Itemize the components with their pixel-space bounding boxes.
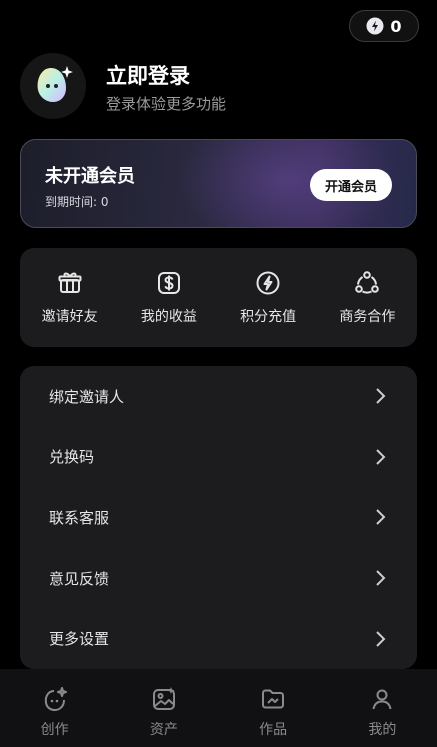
action-label: 我的收益	[140, 309, 197, 325]
action-label: 积分充值	[240, 309, 297, 325]
vip-card: 未开通会员 到期时间: 0 开通会员	[20, 139, 417, 228]
bolt-icon	[254, 269, 282, 297]
menu-label: 兑换码	[49, 448, 95, 467]
login-title[interactable]: 立即登录	[106, 60, 190, 90]
tab-label: 作品	[259, 722, 288, 738]
open-vip-button[interactable]: 开通会员	[310, 169, 392, 201]
create-icon	[41, 685, 69, 713]
menu-item-contact-support[interactable]: 联系客服	[20, 487, 417, 548]
chevron-right-icon	[373, 630, 387, 648]
action-points-recharge[interactable]: 积分充值	[223, 269, 313, 326]
bottom-tab-bar: 创作 资产 作品 我的	[0, 669, 437, 747]
points-count: 0	[390, 16, 402, 36]
login-subtitle: 登录体验更多功能	[106, 95, 227, 113]
chevron-right-icon	[373, 508, 387, 526]
profile-icon	[368, 685, 396, 713]
dollar-icon	[155, 269, 183, 297]
chevron-right-icon	[373, 387, 387, 405]
vip-expire-time: 到期时间: 0	[45, 195, 109, 209]
network-icon	[353, 269, 381, 297]
action-invite-friends[interactable]: 邀请好友	[25, 269, 115, 326]
assets-icon	[150, 685, 178, 713]
quick-actions: 邀请好友 我的收益 积分充值 商务合作	[20, 248, 417, 347]
menu-item-feedback[interactable]: 意见反馈	[20, 548, 417, 609]
menu-item-redeem-code[interactable]: 兑换码	[20, 427, 417, 488]
menu-label: 联系客服	[49, 508, 110, 527]
action-label: 邀请好友	[41, 309, 98, 325]
settings-menu: 绑定邀请人 兑换码 联系客服 意见反馈 更多设置	[20, 366, 417, 669]
menu-item-bind-inviter[interactable]: 绑定邀请人	[20, 366, 417, 427]
tab-works[interactable]: 作品	[219, 669, 328, 747]
action-label: 商务合作	[339, 309, 396, 325]
tab-label: 我的	[368, 722, 397, 738]
tab-create[interactable]: 创作	[0, 669, 109, 747]
tab-assets[interactable]: 资产	[109, 669, 218, 747]
menu-item-more-settings[interactable]: 更多设置	[20, 608, 417, 669]
gift-icon	[56, 269, 84, 297]
action-business-cooperation[interactable]: 商务合作	[322, 269, 412, 326]
tab-label: 资产	[149, 722, 178, 738]
menu-label: 更多设置	[49, 630, 110, 649]
vip-status: 未开通会员	[45, 166, 135, 187]
menu-label: 意见反馈	[49, 569, 110, 588]
tab-label: 创作	[40, 722, 69, 738]
avatar[interactable]	[20, 53, 86, 119]
action-my-earnings[interactable]: 我的收益	[124, 269, 214, 326]
chevron-right-icon	[373, 448, 387, 466]
chevron-right-icon	[373, 569, 387, 587]
tab-profile[interactable]: 我的	[328, 669, 437, 747]
points-balance[interactable]: 0	[349, 10, 419, 42]
bolt-coin-icon	[366, 17, 384, 35]
menu-label: 绑定邀请人	[49, 387, 125, 406]
sprite-avatar-icon	[29, 62, 77, 110]
works-icon	[259, 685, 287, 713]
